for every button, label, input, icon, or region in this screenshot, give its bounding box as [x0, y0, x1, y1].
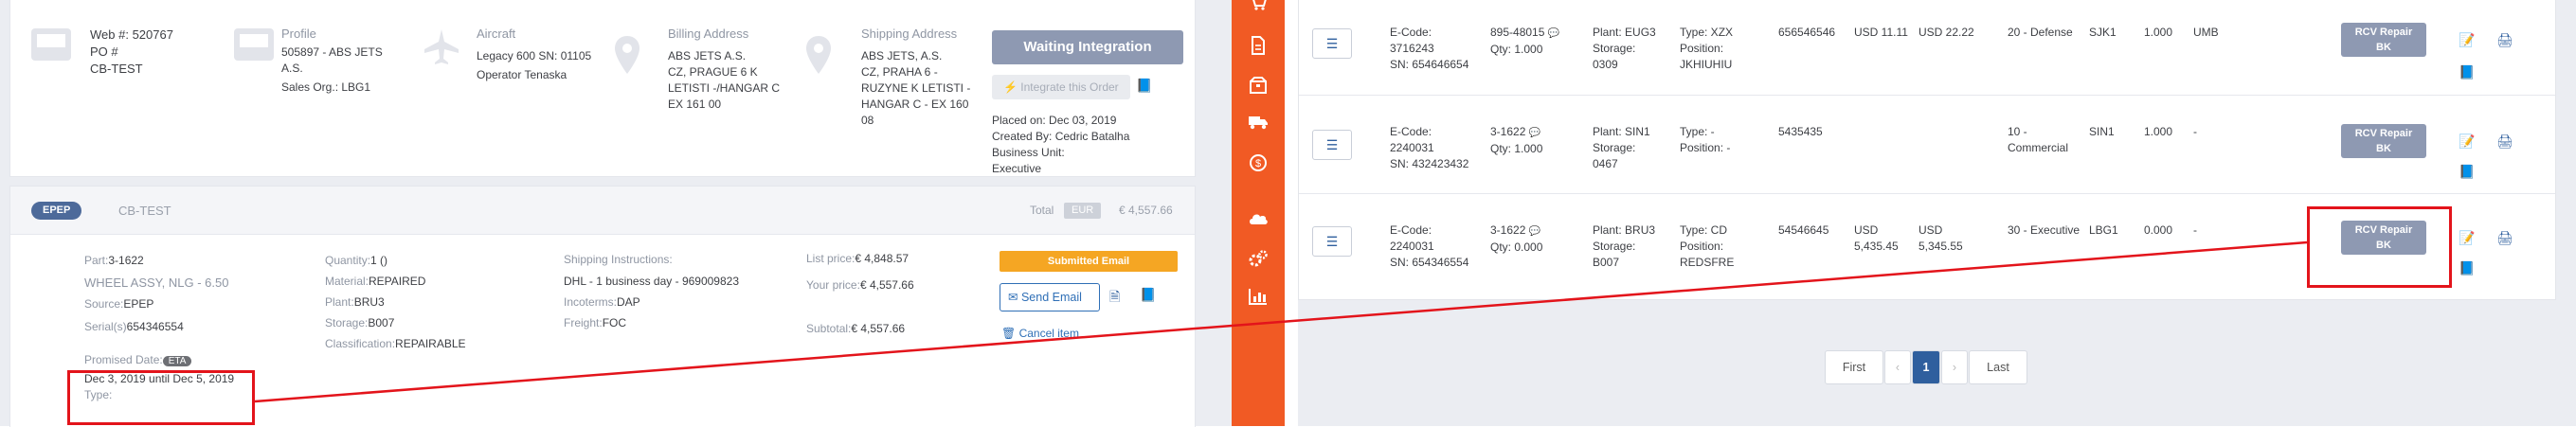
connector-line [254, 240, 2308, 403]
